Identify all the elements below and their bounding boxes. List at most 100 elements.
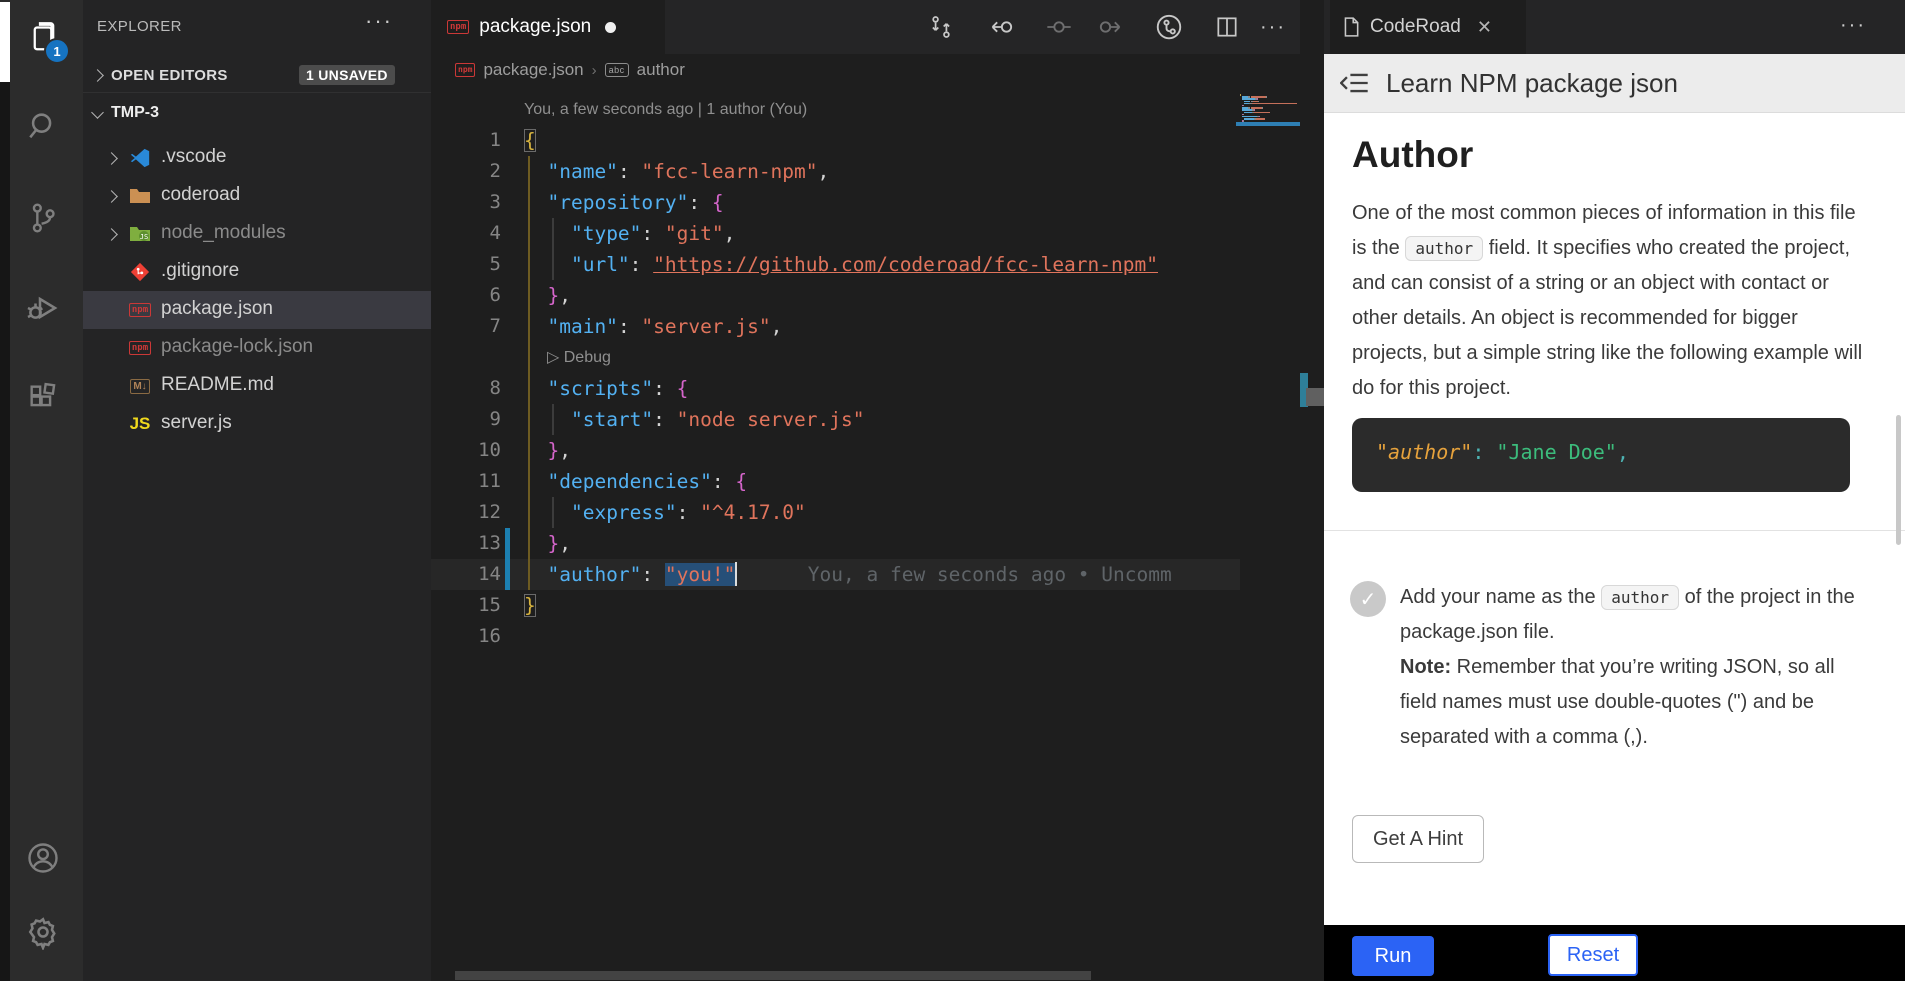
file-icon [1342, 17, 1360, 37]
code-line-3[interactable]: 3 "repository": { [431, 187, 1240, 218]
code-line-2[interactable]: 2 "name": "fcc-learn-npm", [431, 156, 1240, 187]
line-number: 12 [431, 497, 501, 528]
file-history-icon[interactable] [1153, 11, 1185, 43]
code-line-10[interactable]: 10 }, [431, 435, 1240, 466]
modified-line-marker [505, 528, 510, 559]
scrollbar-thumb[interactable] [1306, 388, 1324, 406]
example-code-block: "author": "Jane Doe", [1352, 418, 1850, 492]
panel-more-actions-icon[interactable]: ··· [1840, 14, 1866, 37]
explorer-icon[interactable]: 1 [23, 18, 63, 58]
git-file-icon [127, 260, 153, 284]
source-control-icon[interactable] [23, 198, 63, 238]
chevron-down-icon [91, 106, 104, 119]
collapse-menu-icon[interactable] [1340, 70, 1370, 96]
file-row-coderoad[interactable]: coderoad [83, 177, 431, 215]
modified-line-marker [505, 559, 510, 590]
code-line-7[interactable]: 7 "main": "server.js", [431, 311, 1240, 342]
explorer-title: EXPLORER [97, 18, 182, 35]
panel-tab-bar: CodeRoad ✕ ··· [1324, 0, 1905, 54]
codelens[interactable]: You, a few seconds ago | 1 author (You) [431, 94, 1240, 125]
open-editors-section[interactable]: OPEN EDITORS 1 UNSAVED [83, 60, 431, 93]
task-check-icon: ✓ [1350, 581, 1386, 617]
code-line-13[interactable]: 13 }, [431, 528, 1240, 559]
md-file-icon: M↓ [127, 374, 153, 398]
indent-guide [552, 218, 554, 280]
file-tree: .vscodecoderoadJSnode_modules.gitignoren… [83, 139, 431, 443]
code-area[interactable]: You, a few seconds ago | 1 author (You)1… [431, 94, 1240, 652]
run-button[interactable]: Run [1352, 936, 1434, 976]
code-line-1[interactable]: 1{ [431, 125, 1240, 156]
editor-group: npm package.json ··· [431, 0, 1324, 981]
file-label: package.json [161, 298, 273, 320]
code-line-6[interactable]: 6 }, [431, 280, 1240, 311]
file-row-package-lock-json[interactable]: npmpackage-lock.json [83, 329, 431, 367]
search-icon[interactable] [23, 106, 63, 146]
panel-scrollbar[interactable] [1896, 415, 1901, 545]
workspace-root-label: TMP-3 [111, 104, 159, 122]
account-icon[interactable] [23, 838, 63, 878]
line-number: 10 [431, 435, 501, 466]
minimap-current-line [1236, 122, 1304, 126]
breadcrumb: npm package.json › abc author [455, 54, 685, 86]
file-row-package-json[interactable]: npmpackage.json [83, 291, 431, 329]
dirty-indicator-icon[interactable] [605, 22, 616, 33]
line-number: 16 [431, 621, 501, 652]
line-number: 5 [431, 249, 501, 280]
explorer-sidebar: EXPLORER ··· OPEN EDITORS 1 UNSAVED TMP-… [83, 0, 431, 981]
explorer-badge: 1 [44, 38, 70, 64]
horizontal-scrollbar[interactable] [455, 971, 1091, 980]
open-changes-icon[interactable] [925, 11, 957, 43]
line-number: 8 [431, 373, 501, 404]
previous-change-icon[interactable] [987, 11, 1019, 43]
close-icon[interactable]: ✕ [1477, 17, 1492, 38]
reset-button[interactable]: Reset [1548, 934, 1638, 976]
get-hint-button[interactable]: Get A Hint [1352, 815, 1484, 863]
tab-coderoad-label: CodeRoad [1370, 16, 1461, 38]
svg-text:JS: JS [140, 233, 148, 241]
breadcrumb-separator-icon: › [592, 62, 597, 79]
line-number: 14 [431, 559, 501, 590]
file-label: README.md [161, 374, 274, 396]
code-line-8[interactable]: 8 "scripts": { [431, 373, 1240, 404]
tab-package-json[interactable]: npm package.json [431, 0, 665, 54]
editor-more-actions-icon[interactable]: ··· [1257, 11, 1289, 43]
current-change-icon[interactable] [1043, 11, 1075, 43]
run-debug-icon[interactable] [23, 288, 63, 328]
explorer-more-icon[interactable]: ··· [365, 8, 393, 34]
file-row--gitignore[interactable]: .gitignore [83, 253, 431, 291]
file-row-node-modules[interactable]: JS node_modules [83, 215, 431, 253]
code-line-14[interactable]: 14 "author": "you!" You, a few seconds a… [431, 559, 1240, 590]
node-folder-file-icon: JS [127, 222, 153, 246]
code-line-15[interactable]: 15} [431, 590, 1240, 621]
file-row--vscode[interactable]: .vscode [83, 139, 431, 177]
editor-scrollbar[interactable] [1300, 0, 1324, 981]
next-change-icon[interactable] [1093, 11, 1125, 43]
file-label: .vscode [161, 146, 226, 168]
activity-bar: 1 [0, 0, 83, 981]
workspace-root-row[interactable]: TMP-3 [83, 96, 431, 132]
file-row-readme-md[interactable]: M↓ README.md [83, 367, 431, 405]
line-number: 9 [431, 404, 501, 435]
code-line-11[interactable]: 11 "dependencies": { [431, 466, 1240, 497]
tab-coderoad[interactable]: CodeRoad ✕ [1330, 0, 1526, 54]
unsaved-badge: 1 UNSAVED [299, 65, 395, 85]
line-number: 3 [431, 187, 501, 218]
codelens[interactable]: ▷ Debug [431, 342, 1240, 373]
tutorial-header: Learn NPM package json [1324, 54, 1905, 113]
settings-gear-icon[interactable] [23, 912, 63, 952]
file-label: node_modules [161, 222, 286, 244]
file-row-server-js[interactable]: JSserver.js [83, 405, 431, 443]
line-number: 1 [431, 125, 501, 156]
breadcrumb-symbol[interactable]: author [637, 60, 685, 80]
indent-guide [552, 404, 554, 435]
window-edge-white [0, 2, 10, 82]
split-editor-icon[interactable] [1211, 11, 1243, 43]
code-line-16[interactable]: 16 [431, 621, 1240, 652]
chevron-right-icon [105, 228, 118, 241]
vscode-window: 1 EXPLORER ··· OPEN EDITORS 1 UNSAVED [0, 0, 1905, 981]
symbol-string-icon: abc [605, 63, 629, 77]
breadcrumb-file[interactable]: package.json [483, 60, 583, 80]
inline-code-chip: author [1405, 236, 1483, 261]
file-label: coderoad [161, 184, 240, 206]
extensions-icon[interactable] [23, 378, 63, 418]
